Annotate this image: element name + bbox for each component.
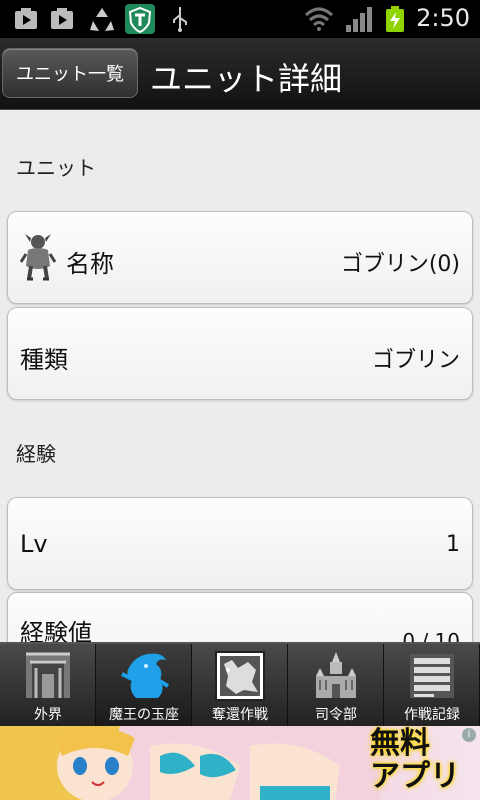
recycle-icon — [90, 8, 114, 31]
level-label: Lv — [20, 530, 48, 558]
exp-label: 経験値 — [20, 619, 92, 642]
detail-scroll-area[interactable]: ユニット 名称 ゴブリン(0) 種類 ゴブリン 経験 Lv 1 経験値 0 / … — [0, 110, 480, 642]
page-title: ユニット詳細 — [150, 60, 343, 98]
signal-icon — [346, 7, 372, 32]
gate-icon — [26, 652, 70, 698]
tab-label: 奪還作戦 — [212, 707, 268, 723]
clock: 2:50 — [416, 4, 470, 32]
tab-label: 魔王の玉座 — [109, 707, 179, 723]
row-type[interactable]: 種類 ゴブリン — [7, 307, 473, 400]
castle-icon — [316, 652, 356, 698]
tab-label: 作戦記録 — [404, 707, 460, 723]
row-exp[interactable]: 経験値 0 / 10 — [7, 592, 473, 642]
ad-banner[interactable]: 無料 アプリ i — [0, 726, 480, 800]
bottom-tab-bar: 外界 魔王の玉座 奪還作戦 司令部 作戦記録 — [0, 642, 480, 726]
map-icon — [215, 651, 265, 701]
tab-label: 外界 — [34, 707, 62, 723]
usb-icon — [173, 7, 187, 32]
tab-operation-record[interactable]: 作戦記録 — [384, 644, 480, 726]
tab-headquarters[interactable]: 司令部 — [288, 644, 384, 726]
name-label: 名称 — [66, 250, 114, 278]
ad-line-app: アプリ — [370, 759, 460, 794]
youtube-icon — [51, 8, 73, 29]
row-level[interactable]: Lv 1 — [7, 497, 473, 590]
wifi-icon — [304, 7, 334, 31]
app-header: ユニット一覧 ユニット詳細 — [0, 38, 480, 110]
name-value: ゴブリン(0) — [340, 252, 460, 277]
unit-list-back-button[interactable]: ユニット一覧 — [2, 48, 138, 98]
tab-demon-throne[interactable]: 魔王の玉座 — [96, 644, 192, 726]
ad-line-free: 無料 — [370, 726, 430, 761]
tab-outer-world[interactable]: 外界 — [0, 644, 96, 726]
type-value: ゴブリン — [371, 348, 460, 373]
demon-king-icon — [121, 653, 170, 698]
exp-value: 0 / 10 — [402, 629, 460, 642]
anime-girl-illustration — [0, 726, 380, 800]
ad-copy: 無料 アプリ — [370, 728, 462, 798]
goblin-icon — [20, 234, 56, 281]
ad-info-icon[interactable]: i — [462, 728, 476, 742]
section-header-unit: ユニット — [16, 156, 96, 180]
tab-label: 司令部 — [315, 707, 357, 723]
youtube-icon — [15, 8, 37, 29]
section-header-exp: 経験 — [16, 442, 56, 466]
record-list-icon — [410, 654, 454, 698]
row-name[interactable]: 名称 ゴブリン(0) — [7, 211, 473, 304]
level-value: 1 — [446, 532, 460, 557]
tab-recapture-operation[interactable]: 奪還作戦 — [192, 644, 288, 726]
battery-charging-icon — [386, 6, 404, 32]
status-bar: 2:50 — [0, 0, 480, 38]
type-label: 種類 — [20, 346, 68, 374]
shield-app-icon — [125, 4, 155, 34]
